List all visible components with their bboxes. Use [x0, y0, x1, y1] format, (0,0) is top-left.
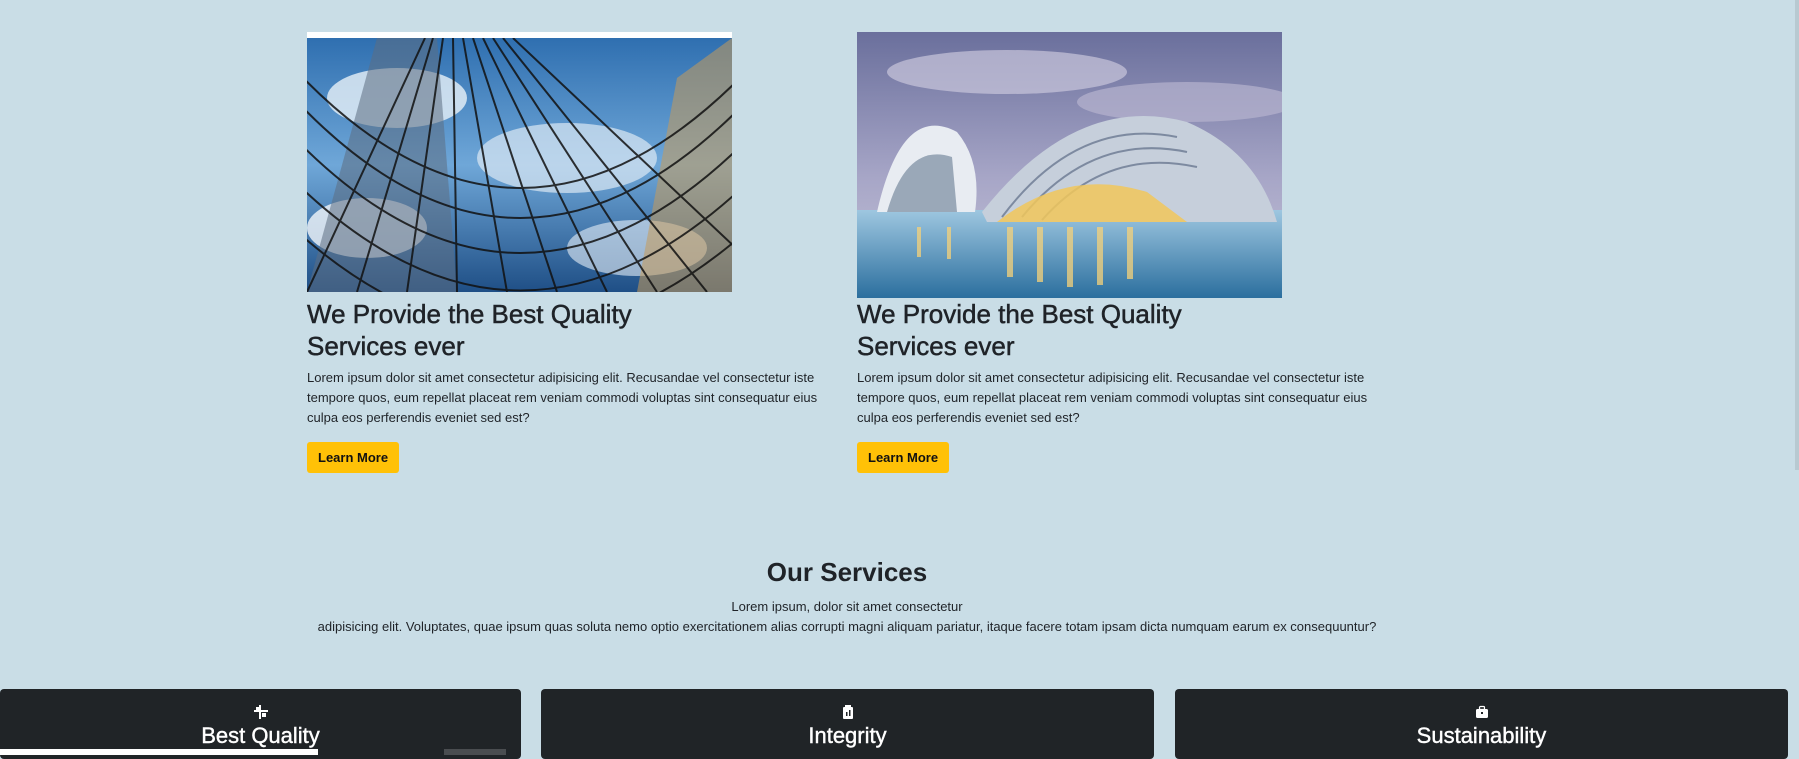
bottom-overlay [0, 749, 318, 755]
bottom-overlay-tab [444, 749, 506, 755]
feature-title: Integrity [808, 723, 887, 748]
slack-icon [253, 705, 268, 719]
learn-more-button[interactable]: Learn More [307, 442, 400, 473]
glass-skyscraper-photo [307, 32, 732, 298]
feature-card-2: We Provide the Best Quality Services eve… [857, 32, 1372, 473]
scrollbar[interactable] [1795, 0, 1799, 470]
briefcase-icon [1475, 705, 1488, 718]
city-of-arts-and-sciences-photo [857, 32, 1282, 298]
clipboard-icon [842, 705, 853, 719]
feature-sustainability: Sustainability [1175, 689, 1788, 759]
card-body: Lorem ipsum dolor sit amet consectetur a… [307, 370, 818, 425]
card-title: We Provide the Best Quality Services eve… [307, 298, 677, 362]
feature-title: Best Quality [201, 723, 320, 748]
services-subtitle-line2: adipisicing elit. Voluptates, quae ipsum… [317, 619, 1377, 634]
learn-more-button[interactable]: Learn More [857, 442, 950, 473]
services-title: Our Services [766, 557, 928, 587]
card-title-line1: We Provide the Best Quality [307, 299, 632, 330]
feature-integrity: Integrity [541, 689, 1154, 759]
services-subtitle-line1: Lorem ipsum, dolor sit amet consectetur [731, 599, 963, 614]
card-title-line2: Services ever [857, 331, 1015, 362]
card-title: We Provide the Best Quality Services eve… [857, 298, 1227, 362]
card-body: Lorem ipsum dolor sit amet consectetur a… [857, 370, 1368, 425]
card-title-line2: Services ever [307, 331, 465, 362]
feature-title: Sustainability [1416, 723, 1547, 748]
services-subtitle: Lorem ipsum, dolor sit amet consectetur … [0, 597, 1694, 637]
card-title-line1: We Provide the Best Quality [857, 299, 1182, 330]
feature-card-1: We Provide the Best Quality Services eve… [307, 32, 822, 473]
